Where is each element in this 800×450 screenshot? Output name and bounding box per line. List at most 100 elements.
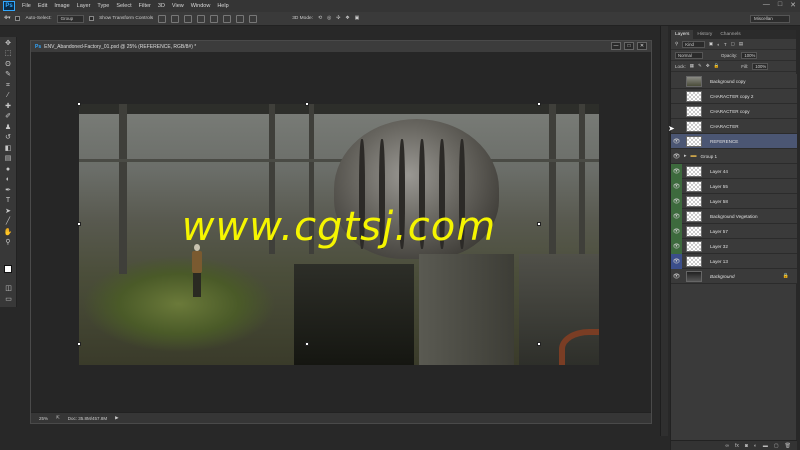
eye-icon[interactable]: 👁: [671, 163, 682, 179]
quick-select-tool-icon[interactable]: ✎: [4, 70, 13, 79]
distribute-2-icon[interactable]: [249, 14, 258, 23]
filter-kind-dropdown[interactable]: Kind: [682, 40, 705, 48]
menu-3d[interactable]: 3D: [158, 3, 165, 9]
visibility-toggle[interactable]: [671, 104, 682, 119]
brush-tool-icon[interactable]: ✐: [4, 112, 13, 121]
zoom-level[interactable]: 25%: [39, 416, 48, 421]
fill-field[interactable]: 100%: [752, 62, 769, 70]
align-bottom-icon[interactable]: [184, 14, 193, 23]
layer-row[interactable]: 👁 Background Vegetation: [671, 208, 797, 224]
layer-row[interactable]: 👁 Layer 13: [671, 253, 797, 269]
eye-icon[interactable]: 👁: [671, 178, 682, 194]
move-tool-icon[interactable]: ✥▾: [4, 16, 10, 21]
tab-channels[interactable]: Channels: [716, 30, 744, 39]
collapsed-panel-dock[interactable]: [660, 26, 668, 436]
layer-row[interactable]: 👁 Layer 58: [671, 193, 797, 209]
path-select-tool-icon[interactable]: ➤: [4, 207, 13, 216]
layer-row[interactable]: 👁 Layer 57: [671, 223, 797, 239]
eye-icon[interactable]: 👁: [671, 223, 682, 239]
menu-filter[interactable]: Filter: [139, 3, 151, 9]
crop-tool-icon[interactable]: ⌗: [4, 81, 13, 90]
eye-icon[interactable]: 👁: [671, 134, 682, 149]
visibility-toggle[interactable]: [671, 89, 682, 104]
filter-pixel-icon[interactable]: ▣: [709, 41, 713, 47]
trash-icon[interactable]: 🗑: [785, 443, 791, 449]
doc-size-info[interactable]: Doc: 35.8M/457.8M: [68, 416, 107, 421]
dodge-tool-icon[interactable]: ◐: [4, 175, 13, 184]
menu-image[interactable]: Image: [54, 3, 69, 9]
maximize-button[interactable]: □: [778, 1, 782, 9]
layer-row[interactable]: 👁 Layer 55: [671, 178, 797, 194]
tab-layers[interactable]: Layers: [671, 30, 694, 39]
align-left-icon[interactable]: [197, 14, 206, 23]
move-tool-icon[interactable]: ✥: [4, 39, 13, 48]
clone-stamp-tool-icon[interactable]: ♟: [4, 123, 13, 132]
layer-row[interactable]: Background copy: [671, 74, 797, 89]
eye-icon[interactable]: 👁: [671, 238, 682, 254]
document-tab[interactable]: Ps ENV_Abandoned-Factory_01.psd @ 25% (R…: [31, 41, 651, 52]
eye-icon[interactable]: 👁: [671, 149, 682, 164]
mask-icon[interactable]: ◙: [745, 443, 748, 449]
healing-tool-icon[interactable]: ✚: [4, 102, 13, 111]
eraser-tool-icon[interactable]: ◧: [4, 144, 13, 153]
transform-handle[interactable]: [537, 102, 541, 106]
transform-handle[interactable]: [77, 102, 81, 106]
transform-handle[interactable]: [77, 222, 81, 226]
menu-window[interactable]: Window: [191, 3, 211, 9]
align-right-icon[interactable]: [223, 14, 232, 23]
marquee-tool-icon[interactable]: ⬚: [4, 49, 13, 58]
3d-slide-icon[interactable]: ❖: [345, 16, 349, 21]
blur-tool-icon[interactable]: ●: [4, 165, 13, 174]
menu-select[interactable]: Select: [116, 3, 131, 9]
adjustment-icon[interactable]: ◐: [754, 443, 757, 449]
artwork-image[interactable]: www.cgtsj.com: [79, 104, 599, 365]
folder-icon[interactable]: ▬: [763, 443, 768, 449]
hand-tool-icon[interactable]: ✋: [4, 228, 13, 237]
canvas-area[interactable]: www.cgtsj.com: [31, 52, 651, 413]
minimize-button[interactable]: —: [763, 1, 770, 9]
layer-row[interactable]: CHARACTER copy: [671, 104, 797, 119]
zoom-tool-icon[interactable]: ⚲: [4, 238, 13, 247]
distribute-icon[interactable]: [236, 14, 245, 23]
doc-maximize-button[interactable]: □: [624, 42, 634, 50]
eye-icon[interactable]: 👁: [671, 253, 682, 269]
transform-handle[interactable]: [537, 342, 541, 346]
transform-handle[interactable]: [537, 222, 541, 226]
layer-row-selected[interactable]: 👁 REFERENCE: [671, 134, 797, 149]
new-layer-icon[interactable]: ▢: [774, 443, 779, 449]
lock-position-icon[interactable]: ✥: [706, 63, 710, 69]
quick-mask-icon[interactable]: ◫: [4, 284, 13, 293]
filter-smart-icon[interactable]: ▤: [739, 41, 743, 47]
layer-row[interactable]: 👁 Layer 44: [671, 163, 797, 179]
auto-select-target-dropdown[interactable]: Group: [56, 14, 85, 23]
layer-row[interactable]: CHARACTER copy 2: [671, 89, 797, 104]
3d-rotate-icon[interactable]: ⟲: [318, 16, 322, 21]
foreground-color-swatch[interactable]: [4, 265, 12, 273]
eyedropper-tool-icon[interactable]: ⁄: [4, 91, 13, 100]
layer-group-row[interactable]: 👁 ▸ ▬ Group 1: [671, 149, 797, 164]
filter-shape-icon[interactable]: ▢: [731, 41, 735, 47]
lasso-tool-icon[interactable]: ʘ: [4, 60, 13, 69]
screen-mode-icon[interactable]: ▭: [4, 295, 13, 304]
link-icon[interactable]: ∞: [725, 443, 729, 449]
filter-type-icon[interactable]: T: [724, 42, 727, 47]
fx-icon[interactable]: fx: [735, 443, 739, 449]
lock-pixels-icon[interactable]: ✎: [698, 63, 702, 69]
doc-minimize-button[interactable]: —: [611, 42, 621, 50]
auto-select-checkbox[interactable]: [15, 16, 21, 21]
transform-handle[interactable]: [305, 342, 309, 346]
opacity-field[interactable]: 100%: [741, 51, 758, 59]
eye-icon[interactable]: 👁: [671, 193, 682, 209]
3d-pan-icon[interactable]: ✣: [336, 16, 340, 21]
tab-history[interactable]: History: [693, 30, 716, 39]
visibility-toggle[interactable]: [671, 74, 682, 89]
menu-edit[interactable]: Edit: [38, 3, 47, 9]
3d-roll-icon[interactable]: ◎: [327, 16, 331, 21]
align-center-icon[interactable]: [210, 14, 219, 23]
align-top-icon[interactable]: [158, 14, 167, 23]
menu-view[interactable]: View: [172, 3, 184, 9]
filter-adjust-icon[interactable]: ◐: [717, 42, 720, 47]
menu-type[interactable]: Type: [97, 3, 109, 9]
layer-row[interactable]: 👁 Background 🔒: [671, 269, 797, 284]
status-arrow-icon[interactable]: ▶: [115, 415, 118, 421]
